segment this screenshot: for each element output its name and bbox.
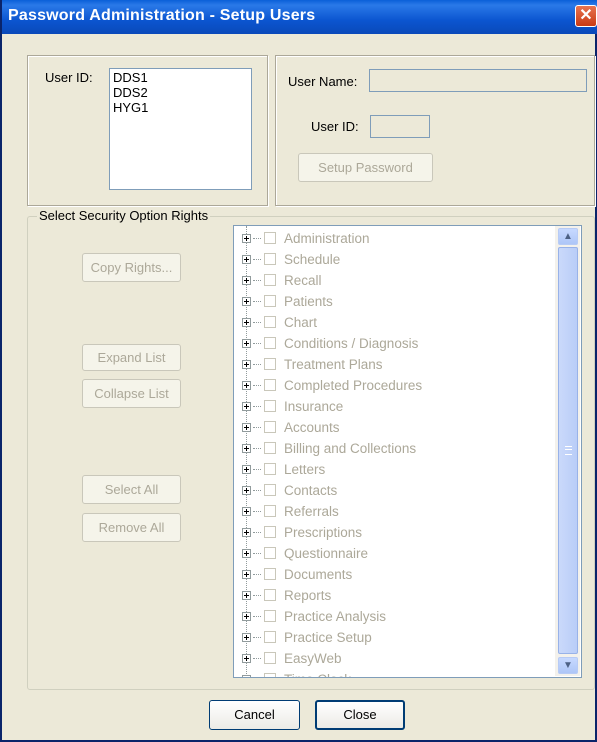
setup-users-dialog: Password Administration - Setup Users ✕ … xyxy=(0,0,597,742)
checkbox[interactable] xyxy=(264,547,276,559)
checkbox[interactable] xyxy=(264,316,276,328)
expand-plus-icon[interactable] xyxy=(242,465,251,474)
scroll-up-arrow-icon[interactable]: ▲ xyxy=(558,228,578,245)
expand-plus-icon[interactable] xyxy=(242,549,251,558)
user-name-field[interactable] xyxy=(369,69,587,92)
expand-plus-icon[interactable] xyxy=(242,423,251,432)
user-name-label: User Name: xyxy=(288,74,358,89)
select-all-button[interactable]: Select All xyxy=(82,475,181,504)
expand-plus-icon[interactable] xyxy=(242,591,251,600)
remove-all-button[interactable]: Remove All xyxy=(82,513,181,542)
expand-list-button[interactable]: Expand List xyxy=(82,344,181,371)
scroll-thumb[interactable] xyxy=(558,247,578,654)
expand-plus-icon[interactable] xyxy=(242,234,251,243)
security-options-tree[interactable]: Administration Schedule Recall Patients … xyxy=(233,225,582,678)
checkbox[interactable] xyxy=(264,442,276,454)
expand-plus-icon[interactable] xyxy=(242,507,251,516)
expand-plus-icon[interactable] xyxy=(242,255,251,264)
collapse-list-button[interactable]: Collapse List xyxy=(82,379,181,408)
expand-plus-icon[interactable] xyxy=(242,339,251,348)
user-id-field-label: User ID: xyxy=(311,119,359,134)
checkbox[interactable] xyxy=(264,484,276,496)
expand-plus-icon[interactable] xyxy=(242,612,251,621)
user-list-panel: User ID: DDS1 DDS2 HYG1 xyxy=(27,55,268,206)
checkbox[interactable] xyxy=(264,232,276,244)
copy-rights-button[interactable]: Copy Rights... xyxy=(82,253,181,282)
checkbox[interactable] xyxy=(264,568,276,580)
checkbox[interactable] xyxy=(264,631,276,643)
scroll-down-arrow-icon[interactable]: ▼ xyxy=(558,657,578,674)
checkbox[interactable] xyxy=(264,253,276,265)
user-id-list-label: User ID: xyxy=(45,70,93,85)
checkbox[interactable] xyxy=(264,673,276,677)
close-window-button[interactable]: ✕ xyxy=(575,5,597,27)
checkbox[interactable] xyxy=(264,337,276,349)
security-rights-title: Select Security Option Rights xyxy=(37,208,211,223)
expand-plus-icon[interactable] xyxy=(242,402,251,411)
window-title: Password Administration - Setup Users xyxy=(8,7,316,24)
cancel-button[interactable]: Cancel xyxy=(209,700,300,730)
expand-plus-icon[interactable] xyxy=(242,675,251,677)
user-list-item[interactable]: DDS2 xyxy=(113,85,248,100)
checkbox[interactable] xyxy=(264,379,276,391)
setup-password-button[interactable]: Setup Password xyxy=(298,153,433,182)
expand-plus-icon[interactable] xyxy=(242,486,251,495)
checkbox[interactable] xyxy=(264,589,276,601)
checkbox[interactable] xyxy=(264,652,276,664)
checkbox[interactable] xyxy=(264,610,276,622)
expand-plus-icon[interactable] xyxy=(242,528,251,537)
user-id-listbox[interactable]: DDS1 DDS2 HYG1 xyxy=(109,68,252,190)
expand-plus-icon[interactable] xyxy=(242,444,251,453)
title-bar[interactable]: Password Administration - Setup Users ✕ xyxy=(2,0,597,34)
checkbox[interactable] xyxy=(264,463,276,475)
user-id-field[interactable] xyxy=(370,115,430,138)
expand-plus-icon[interactable] xyxy=(242,360,251,369)
expand-plus-icon[interactable] xyxy=(242,318,251,327)
close-button[interactable]: Close xyxy=(315,700,405,730)
user-details-panel: User Name: User ID: Setup Password xyxy=(275,55,595,206)
user-list-item[interactable]: DDS1 xyxy=(113,70,248,85)
checkbox[interactable] xyxy=(264,421,276,433)
expand-plus-icon[interactable] xyxy=(242,633,251,642)
checkbox[interactable] xyxy=(264,274,276,286)
tree-scrollbar[interactable]: ▲ ▼ xyxy=(555,226,580,676)
checkbox[interactable] xyxy=(264,505,276,517)
checkbox[interactable] xyxy=(264,358,276,370)
expand-plus-icon[interactable] xyxy=(242,276,251,285)
expand-plus-icon[interactable] xyxy=(242,570,251,579)
user-list-item[interactable]: HYG1 xyxy=(113,100,248,115)
expand-plus-icon[interactable] xyxy=(242,654,251,663)
checkbox[interactable] xyxy=(264,295,276,307)
checkbox[interactable] xyxy=(264,526,276,538)
checkbox[interactable] xyxy=(264,400,276,412)
expand-plus-icon[interactable] xyxy=(242,381,251,390)
expand-plus-icon[interactable] xyxy=(242,297,251,306)
